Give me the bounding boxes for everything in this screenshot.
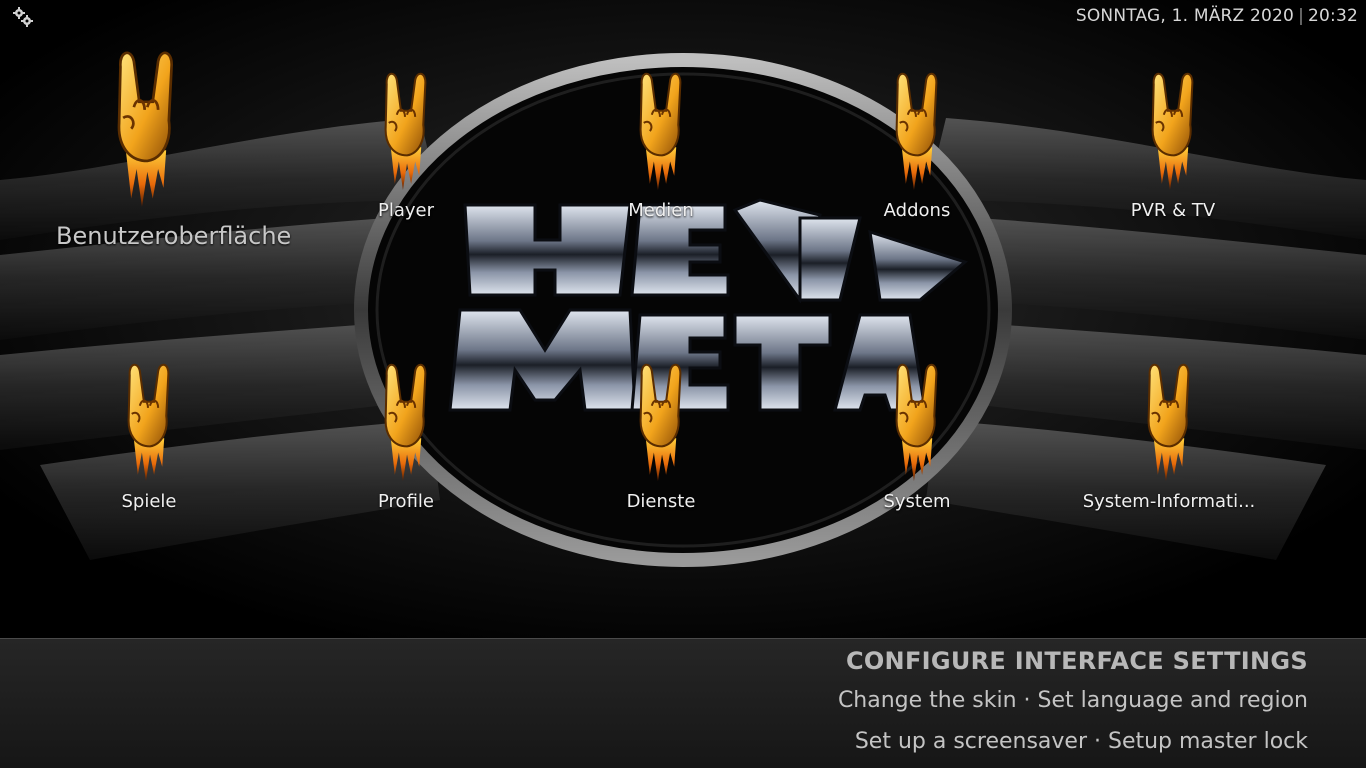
menu-item-addons[interactable]: Addons (827, 64, 1007, 221)
menu-item-player[interactable]: Player (316, 64, 496, 221)
rock-hand-icon (1151, 72, 1194, 191)
rock-hand-icon (639, 72, 682, 191)
menu-item-label: PVR & TV (1130, 200, 1216, 221)
menu-item-label: Medien (628, 200, 694, 221)
rock-hand-icon (895, 72, 938, 191)
menu-item-label: Dienste (626, 491, 696, 512)
time-label: 20:32 (1308, 6, 1358, 26)
menu-item-profile[interactable]: Profile (316, 355, 496, 512)
rock-hand-icon (1147, 363, 1190, 482)
menu-item-medien[interactable]: Medien (571, 64, 751, 221)
date-time-display: SONNTAG, 1. MÄRZ 2020 | 20:32 (1076, 6, 1358, 26)
rock-hand-icon (384, 363, 427, 482)
menu-item-label: System (883, 491, 951, 512)
menu-item-label: Benutzeroberfläche (56, 222, 292, 250)
rock-hand-icon (117, 51, 174, 209)
rock-hand-icon (639, 363, 682, 482)
menu-item-pvr-tv[interactable]: PVR & TV (1083, 64, 1263, 221)
rock-hand-icon (384, 72, 427, 191)
info-heading: CONFIGURE INTERFACE SETTINGS (845, 647, 1308, 675)
menu-item-label: Spiele (121, 491, 177, 512)
menu-item-label: Addons (883, 200, 951, 221)
menu-item-system-informationen[interactable]: System-Informati... (1079, 355, 1259, 512)
info-description-line-1: Change the skin · Set language and regio… (837, 688, 1308, 713)
menu-item-label: Player (377, 200, 434, 221)
gears-icon[interactable] (12, 6, 34, 28)
menu-item-label: Profile (378, 491, 434, 512)
info-panel: CONFIGURE INTERFACE SETTINGS Change the … (0, 638, 1366, 768)
menu-item-dienste[interactable]: Dienste (571, 355, 751, 512)
date-label: SONNTAG, 1. MÄRZ 2020 (1075, 6, 1295, 26)
date-time-separator: | (1298, 6, 1304, 26)
menu-item-label: System-Informati... (1082, 491, 1256, 512)
rock-hand-icon (895, 363, 938, 482)
menu-item-spiele[interactable]: Spiele (59, 355, 239, 512)
rock-hand-icon (127, 363, 170, 482)
menu-item-system[interactable]: System (827, 355, 1007, 512)
info-description-line-2: Set up a screensaver · Setup master lock (854, 729, 1308, 754)
menu-item-benutzeroberflaeche[interactable]: Benutzeroberfläche (56, 36, 292, 250)
